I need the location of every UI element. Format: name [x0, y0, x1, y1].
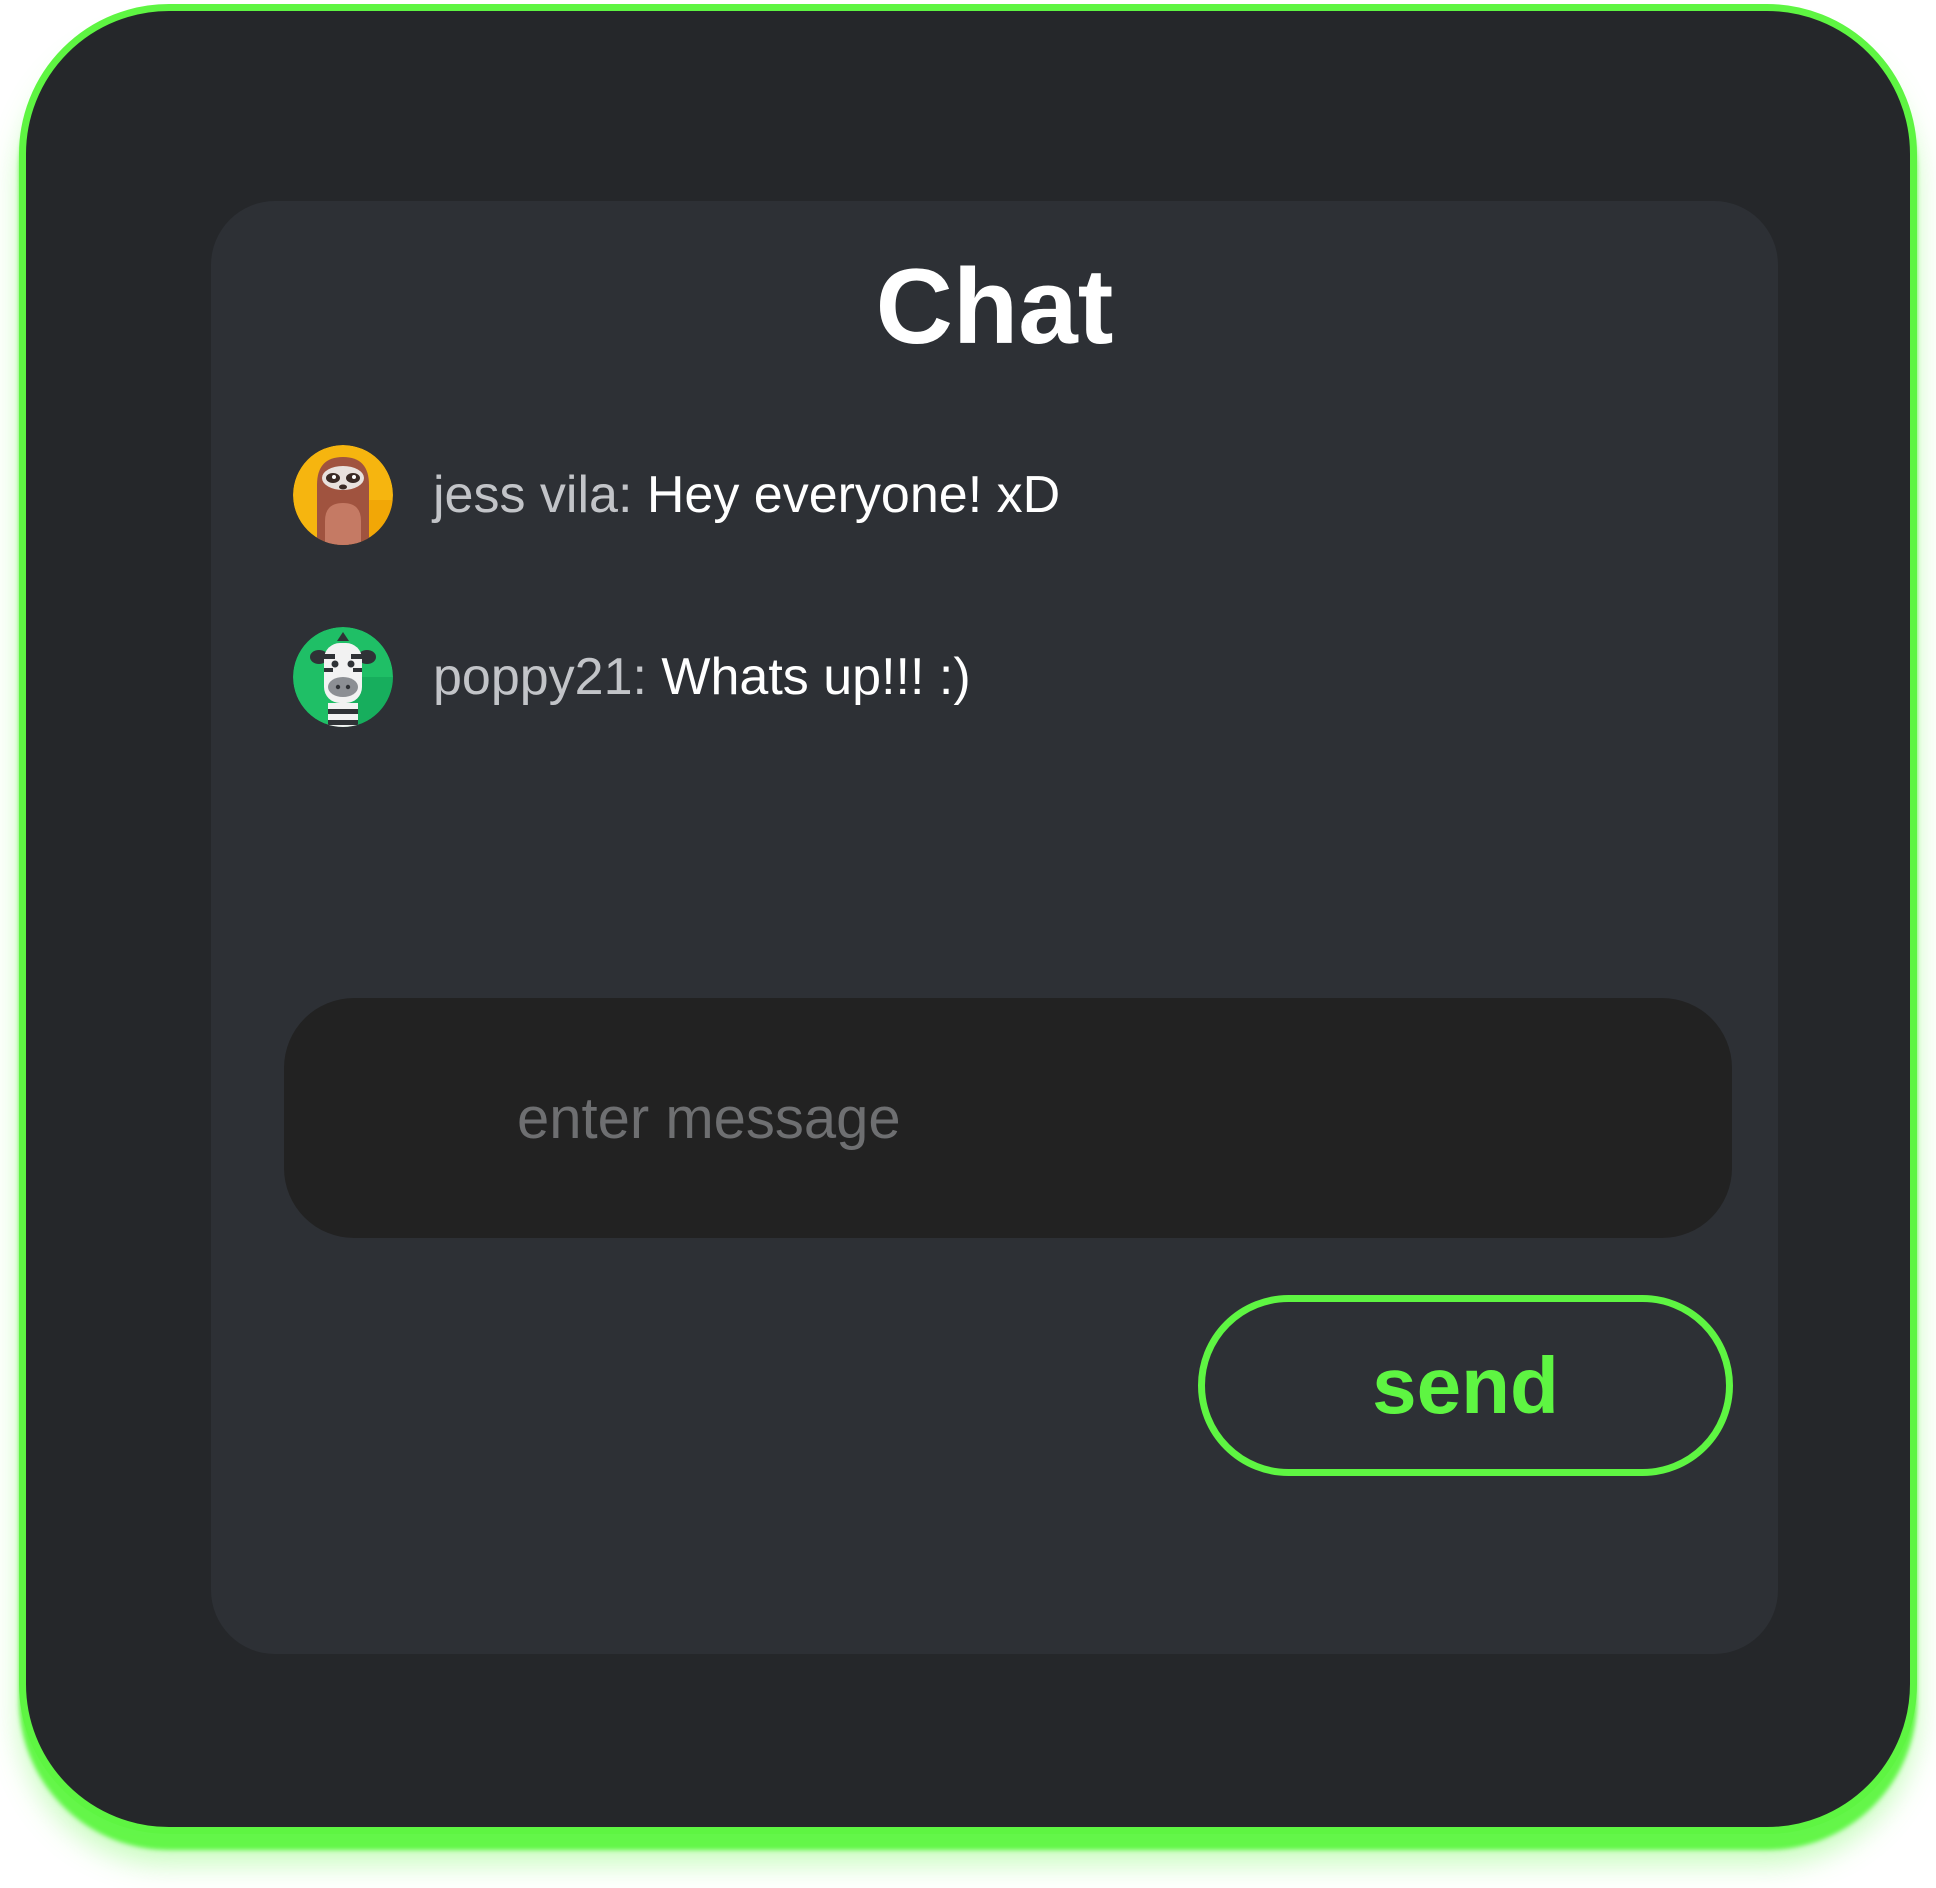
zebra-avatar-icon: [293, 627, 393, 727]
chat-message: poppy21: Whats up!!! :): [293, 627, 971, 727]
chat-window-frame: Chat jess vila: Hey everyone! xD poppy21…: [19, 4, 1917, 1834]
message-text: jess vila: Hey everyone! xD: [433, 469, 1060, 521]
message-text: poppy21: Whats up!!! :): [433, 651, 971, 703]
message-body: Hey everyone! xD: [646, 466, 1061, 524]
message-username: jess vila:: [433, 466, 633, 524]
chat-message: jess vila: Hey everyone! xD: [293, 445, 1060, 545]
chat-title: Chat: [875, 246, 1114, 366]
sloth-avatar-icon: [293, 445, 393, 545]
send-button[interactable]: send: [1198, 1295, 1733, 1476]
chat-panel: Chat jess vila: Hey everyone! xD poppy21…: [211, 201, 1778, 1654]
message-body: Whats up!!! :): [661, 648, 971, 706]
message-username: poppy21:: [433, 648, 647, 706]
message-input[interactable]: [284, 998, 1732, 1238]
